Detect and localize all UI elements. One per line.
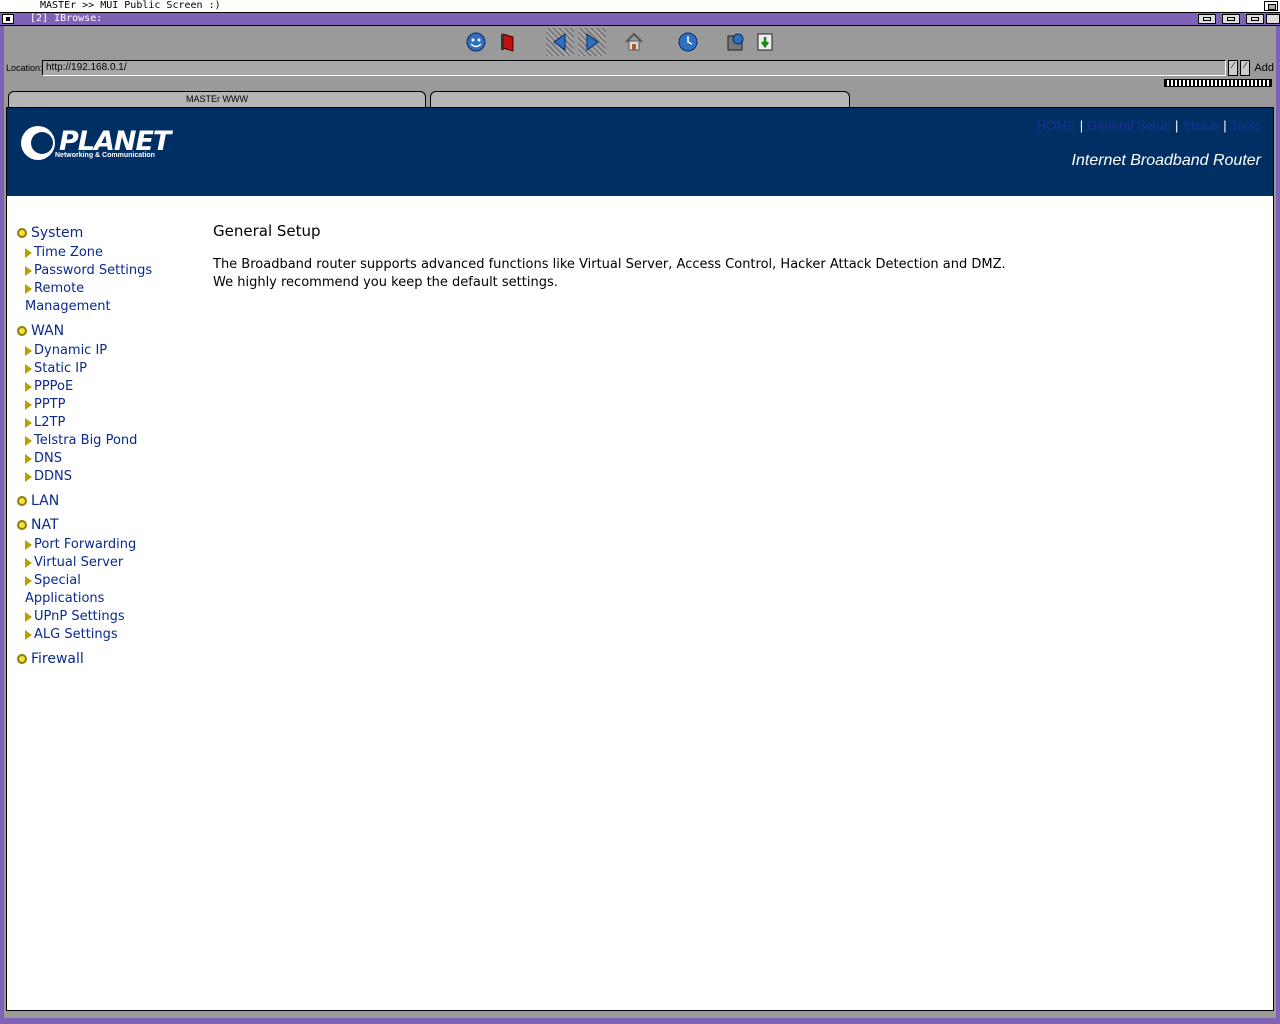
sidebar-category-system[interactable]: System — [15, 222, 195, 244]
tab-empty[interactable] — [430, 91, 850, 107]
location-row: Location: http://192.168.0.1/ ⁄ ⁄ Add — [4, 59, 1276, 77]
browser-window: [2] IBrowse: Location: http://192.168.0.… — [0, 13, 1280, 1024]
sidebar-category-nat[interactable]: NAT — [15, 514, 195, 536]
location-label: Location: — [6, 63, 43, 73]
forward-icon[interactable] — [578, 28, 606, 56]
sidebar-item-pptp[interactable]: PPTP — [15, 396, 155, 414]
location-input[interactable]: http://192.168.0.1/ — [42, 60, 1226, 76]
add-bookmark-button[interactable]: Add — [1254, 60, 1274, 76]
planet-logo[interactable]: PLANET Networking & Communication — [21, 126, 171, 160]
arrow-icon — [25, 454, 32, 464]
sidebar-item-password-settings[interactable]: Password Settings — [15, 262, 155, 280]
nav-status-link[interactable]: Status — [1182, 118, 1219, 133]
smiley-icon[interactable] — [462, 28, 490, 56]
page-banner: PLANET Networking & Communication HOME | G… — [7, 108, 1273, 196]
description-line-2: We highly recommend you keep the default… — [213, 275, 558, 290]
bullet-icon — [17, 520, 27, 530]
planet-logo-icon — [21, 126, 55, 160]
sidebar-item-port-forwarding[interactable]: Port Forwarding — [15, 536, 155, 554]
arrow-icon — [25, 248, 32, 258]
depth-back-icon[interactable] — [1266, 14, 1280, 24]
activity-indicator — [1164, 79, 1272, 87]
location-history-icon[interactable]: ⁄ — [1228, 60, 1238, 76]
arrow-icon — [25, 576, 32, 586]
product-name: Internet Broadband Router — [1071, 152, 1261, 169]
description-line-1: The Broadband router supports advanced f… — [213, 257, 1006, 272]
depth-icon[interactable] — [1246, 14, 1264, 24]
arrow-icon — [25, 418, 32, 428]
stop-icon[interactable] — [494, 28, 522, 56]
arrow-icon — [25, 540, 32, 550]
bullet-icon — [17, 654, 27, 664]
zoom-icon[interactable] — [1222, 14, 1240, 24]
bullet-icon — [17, 496, 27, 506]
web-page: PLANET Networking & Communication HOME | G… — [6, 107, 1274, 1011]
arrow-icon — [25, 346, 32, 356]
tab-bar: MASTEr WWW — [4, 89, 1276, 107]
arrow-icon — [25, 630, 32, 640]
bullet-icon — [17, 326, 27, 336]
sidebar-item-l2tp[interactable]: L2TP — [15, 414, 155, 432]
sidebar-item-static-ip[interactable]: Static IP — [15, 360, 155, 378]
iconify-icon[interactable] — [1198, 14, 1216, 24]
sidebar-item-dynamic-ip[interactable]: Dynamic IP — [15, 342, 155, 360]
screen-title-bar: MASTEr >> MUI Public Screen :) — [0, 0, 1280, 13]
page-title: General Setup — [213, 222, 321, 240]
sidebar-item-telstra-big-pond[interactable]: Telstra Big Pond — [15, 432, 155, 450]
arrow-icon — [25, 364, 32, 374]
reload-icon[interactable] — [674, 28, 702, 56]
arrow-icon — [25, 558, 32, 568]
window-title: [2] IBrowse: — [30, 13, 103, 24]
sidebar-item-pppoe[interactable]: PPPoE — [15, 378, 155, 396]
sidebar-category-lan[interactable]: LAN — [15, 490, 195, 512]
back-icon[interactable] — [546, 28, 574, 56]
sidebar-item-dns[interactable]: DNS — [15, 450, 155, 468]
sidebar-item-alg-settings[interactable]: ALG Settings — [15, 626, 155, 644]
sidebar-category-firewall[interactable]: Firewall — [15, 648, 195, 670]
arrow-icon — [25, 266, 32, 276]
screen-title: MASTEr >> MUI Public Screen :) — [40, 0, 221, 11]
nav-general-setup-link[interactable]: General Setup — [1087, 118, 1171, 133]
brand-tagline: Networking & Communication — [55, 151, 155, 159]
sidebar-item-upnp-settings[interactable]: UPnP Settings — [15, 608, 155, 626]
save-icon[interactable] — [722, 28, 750, 56]
home-icon[interactable] — [620, 28, 648, 56]
arrow-icon — [25, 436, 32, 446]
nav-home-link[interactable]: HOME — [1037, 118, 1076, 133]
nav-tools-link[interactable]: Tools — [1231, 118, 1261, 133]
bullet-icon — [17, 228, 27, 238]
arrow-icon — [25, 284, 32, 294]
download-icon[interactable] — [752, 28, 780, 56]
arrow-icon — [25, 472, 32, 482]
window-title-bar[interactable]: [2] IBrowse: — [0, 13, 1280, 26]
close-icon[interactable] — [2, 14, 14, 24]
screen-depth-icon[interactable] — [1264, 1, 1278, 11]
top-nav: HOME | General Setup | Status | Tools — [1036, 118, 1261, 133]
sidebar-item-virtual-server[interactable]: Virtual Server — [15, 554, 155, 572]
sidebar-menu: System Time Zone Password Settings Remot… — [15, 220, 195, 670]
arrow-icon — [25, 382, 32, 392]
sidebar-item-ddns[interactable]: DDNS — [15, 468, 155, 486]
sidebar-item-time-zone[interactable]: Time Zone — [15, 244, 155, 262]
arrow-icon — [25, 612, 32, 622]
sidebar-category-wan[interactable]: WAN — [15, 320, 195, 342]
sidebar-item-remote-management[interactable]: Remote Management — [15, 280, 155, 316]
location-popup-icon[interactable]: ⁄ — [1240, 60, 1250, 76]
main-content: General Setup The Broadband router suppo… — [213, 222, 1006, 292]
arrow-icon — [25, 400, 32, 410]
tab-master-www[interactable]: MASTEr WWW — [8, 91, 426, 107]
sidebar-item-special-applications[interactable]: Special Applications — [15, 572, 155, 608]
